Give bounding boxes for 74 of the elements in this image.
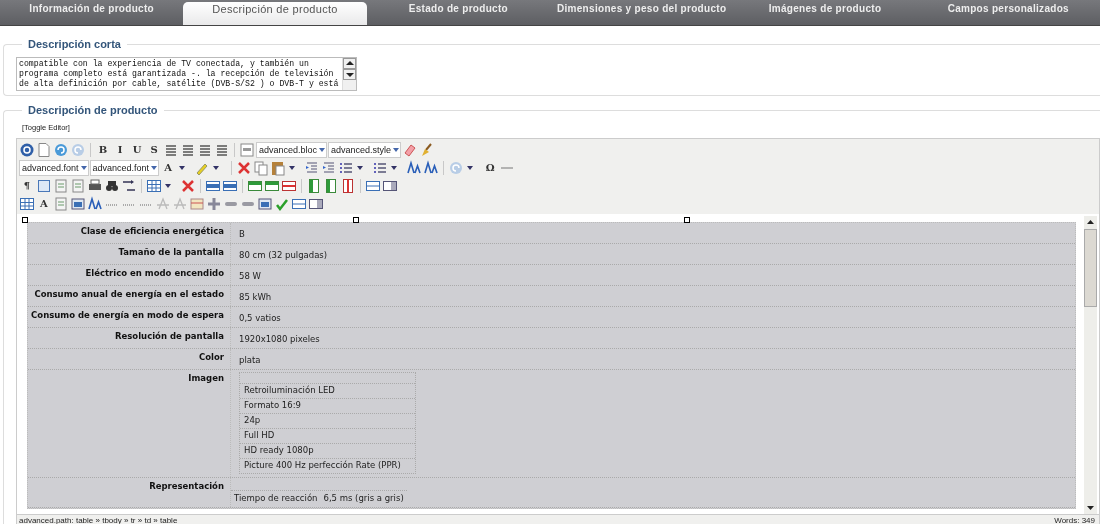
resize-handle[interactable] [22,217,28,223]
spec-value: 58 W [239,271,261,281]
spec-key: Tiempo de reacción [231,491,321,505]
spec-value: 1920x1080 pixeles [239,334,320,344]
spec-label: Imagen [187,372,225,385]
spec-value: 6,5 ms (gris a gris) [322,492,405,505]
image-icon[interactable] [257,195,273,212]
spec-value: 0,5 vatios [239,313,281,323]
undo-icon[interactable] [53,141,69,158]
tab[interactable]: Dimensiones y peso del producto [550,0,734,25]
copy-icon[interactable] [253,159,270,176]
spec-value: HD ready 1080p [240,443,415,458]
format-button[interactable]: B [95,141,111,158]
spec-label: Resolución de pantalla [113,330,225,343]
spec-label: Color [197,351,225,364]
tab[interactable]: Campos personalizados [916,0,1100,25]
plus-icon[interactable] [206,195,222,212]
tab[interactable]: Descripción de producto [183,2,367,25]
image-icon[interactable] [70,195,86,212]
format-button[interactable]: I [112,141,128,158]
spec-value: 85 kWh [239,292,272,302]
spec-value: Picture 400 Hz perfección Rate (PPR) [240,458,415,473]
spec-label: Clase de eficiencia energética [79,225,225,238]
spec-label: Consumo de energía en modo de espera [30,309,225,322]
scrollbar[interactable] [1084,216,1097,514]
format-button[interactable]: Ω [482,159,499,176]
format-button[interactable]: ¶ [19,177,35,194]
tab[interactable]: Imágenes de producto [733,0,917,25]
cross-icon[interactable] [236,159,253,176]
table-icon[interactable] [19,195,35,212]
resize-handle[interactable] [353,217,359,223]
spec-value: plata [239,355,261,365]
format-dropdown[interactable]: advanced.bloc [256,141,328,158]
format-dropdown[interactable]: advanced.font [19,159,89,176]
frame-icon[interactable] [36,177,52,194]
format-button[interactable]: A [36,195,52,212]
resize-handle[interactable] [684,217,690,223]
spec-value: B [239,229,245,239]
spec-value: 24p [240,413,415,428]
dropdown-label: advanced.bloc [259,144,318,155]
spec-value: Formato 16:9 [240,398,415,413]
tab[interactable]: Información de producto [0,0,184,25]
format-dropdown[interactable]: advanced.font [89,159,160,176]
replace-icon[interactable] [121,177,137,194]
delete-column-icon[interactable] [340,177,356,194]
arrow-up-icon [343,58,357,69]
dropdown-label: advanced.style [331,144,392,155]
format-button[interactable]: A [160,159,177,176]
spec-label: Consumo anual de energía en el estado [33,288,225,301]
format-button[interactable]: U [129,141,145,158]
document-icon[interactable] [36,141,52,158]
spec-label: Eléctrico en modo encendido [84,267,225,280]
spec-value: 80 cm (32 pulgadas) [239,250,328,260]
dropdown-label: advanced.font [22,162,79,173]
scrollbar[interactable] [342,58,357,90]
element-path: advanced.path: table » tbody » tr » td » table [19,516,178,524]
spec-value: Retroiluminación LED [240,383,415,398]
spec-label: Representación [148,480,225,493]
dropdown-label: advanced.font [92,162,150,173]
tab[interactable]: Estado de producto [366,0,550,25]
section-legend: Descripción de producto [22,104,164,116]
spec-label: Tamaño de la pantalla [117,246,225,259]
format-button[interactable]: S [146,141,162,158]
help-icon[interactable] [19,141,35,158]
table-icon[interactable] [146,177,162,194]
textarea-field[interactable]: compatible con la experiencia de TV conectada, y también un programa completo está garantizada -. la recepción de televisión de alta definición por cable, satélite (DVB-S/S2 ) o DVB-T y está [16,57,358,91]
arrow-down-icon [343,69,357,80]
spec-value: Full HD [240,428,415,443]
insert-column-icon[interactable] [323,177,339,194]
format-dropdown[interactable]: advanced.style [328,141,402,158]
cross-icon[interactable] [180,177,196,194]
word-count: Words: 349 [1054,516,1095,524]
insert-column-icon[interactable] [306,177,322,194]
section-legend: Descripción corta [22,38,127,50]
